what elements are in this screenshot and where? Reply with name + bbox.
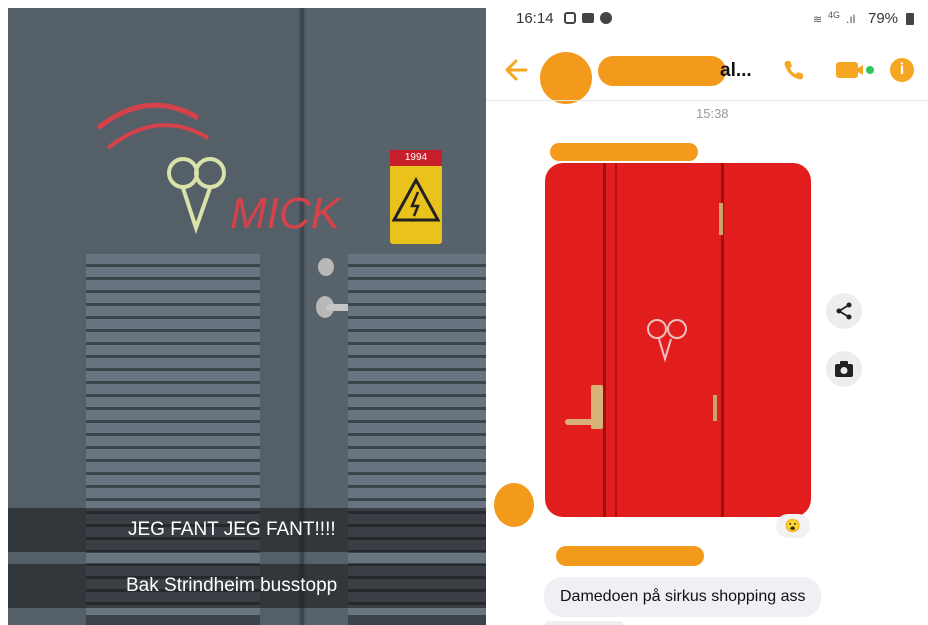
redacted-sender-avatar <box>494 483 534 527</box>
camera-button[interactable] <box>826 351 862 387</box>
redacted-reply-sender <box>556 546 704 566</box>
share-icon <box>836 302 852 320</box>
next-message-bubble[interactable] <box>544 621 624 625</box>
battery-icon <box>906 13 914 25</box>
reaction-badge[interactable]: 😮 <box>776 514 810 538</box>
video-call-icon-lens <box>855 65 863 75</box>
snap-caption-location: Bak Strindheim busstopp <box>8 564 486 608</box>
warning-sign: 1994 <box>390 150 442 244</box>
redacted-sender-name <box>550 143 698 161</box>
chat-notification-icon <box>582 13 594 23</box>
back-arrow-icon[interactable] <box>504 58 530 82</box>
contact-name-suffix[interactable]: al... <box>720 60 752 82</box>
contact-avatar[interactable] <box>540 52 592 104</box>
wifi-icon: ≋ <box>813 14 823 26</box>
network-label: 4G <box>828 10 841 20</box>
door-handle-photo <box>565 419 603 425</box>
active-status-dot <box>866 66 874 74</box>
share-button[interactable] <box>826 293 862 329</box>
message-timestamp: 15:38 <box>696 106 729 121</box>
instagram-icon <box>564 12 576 24</box>
messenger-screen: 16:14 ≋ 4G .ıl 79% al... i 15:38 😮 Damed… <box>486 0 928 625</box>
messenger-notification-icon <box>600 12 612 24</box>
phone-call-icon[interactable] <box>782 58 806 82</box>
header-divider <box>486 100 928 101</box>
snap-photo: MICK 1994 JEG FANT JEG FANT!!!! Bak Stri… <box>8 8 486 625</box>
sign-number: 1994 <box>390 150 442 166</box>
reply-message-bubble[interactable]: Damedoen på sirkus shopping ass <box>544 577 822 617</box>
status-time: 16:14 <box>516 10 554 27</box>
graffiti-text: MICK <box>230 189 342 238</box>
door-edge-line <box>603 163 606 517</box>
door-doodle <box>647 319 687 363</box>
battery-percent: 79% <box>868 10 899 27</box>
photo-message[interactable] <box>545 163 811 517</box>
reply-message-text: Damedoen på sirkus shopping ass <box>560 588 806 605</box>
redacted-contact-name <box>598 56 726 86</box>
graffiti: MICK <box>96 102 342 238</box>
caption-location-text: Bak Strindheim busstopp <box>126 575 338 596</box>
caption-main-text: JEG FANT JEG FANT!!!! <box>128 519 336 540</box>
door-hinge <box>719 203 723 235</box>
door-hinge <box>713 395 717 421</box>
info-icon[interactable]: i <box>890 58 914 82</box>
lock-cylinder <box>318 258 334 276</box>
signal-icon: .ıl <box>846 12 856 26</box>
high-voltage-icon <box>391 176 441 222</box>
camera-icon <box>835 361 853 377</box>
door-edge-line <box>615 163 617 517</box>
snap-caption-main: JEG FANT JEG FANT!!!! <box>8 508 486 552</box>
